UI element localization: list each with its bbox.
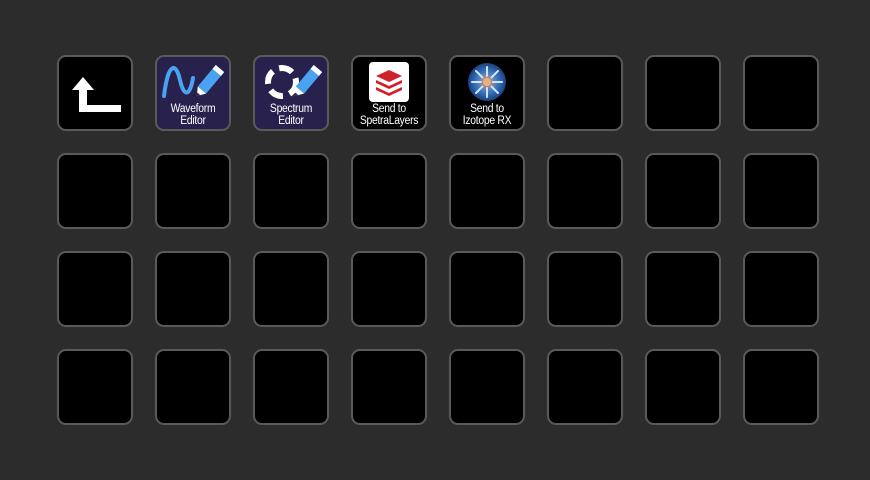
- spectralayers-logo-icon: [369, 62, 409, 102]
- empty-key-r4c5[interactable]: [449, 349, 525, 425]
- spectralayers-label-line1: Send to: [372, 103, 406, 115]
- spectrum-editor-label-line2: Editor: [278, 115, 304, 127]
- send-to-spectralayers-button[interactable]: Send to SpetraLayers: [351, 55, 427, 131]
- empty-key-r3c8[interactable]: [743, 251, 819, 327]
- empty-key-r2c5[interactable]: [449, 153, 525, 229]
- send-to-izotope-rx-button[interactable]: Send to Izotope RX: [449, 55, 525, 131]
- empty-key-r2c4[interactable]: [351, 153, 427, 229]
- empty-key-r3c2[interactable]: [155, 251, 231, 327]
- waveform-editor-label-line2: Editor: [180, 115, 206, 127]
- empty-key-r2c2[interactable]: [155, 153, 231, 229]
- izotope-rx-logo-icon: [468, 63, 506, 101]
- empty-key-r4c7[interactable]: [645, 349, 721, 425]
- empty-key-r4c4[interactable]: [351, 349, 427, 425]
- empty-key-r2c7[interactable]: [645, 153, 721, 229]
- empty-key-r4c3[interactable]: [253, 349, 329, 425]
- empty-key-r3c4[interactable]: [351, 251, 427, 327]
- empty-key-r3c3[interactable]: [253, 251, 329, 327]
- empty-key-r2c8[interactable]: [743, 153, 819, 229]
- empty-key-r1c8[interactable]: [743, 55, 819, 131]
- empty-key-r3c7[interactable]: [645, 251, 721, 327]
- empty-key-r4c6[interactable]: [547, 349, 623, 425]
- spectrum-editor-button[interactable]: Spectrum Editor: [253, 55, 329, 131]
- izotope-rx-label-line1: Send to: [470, 103, 504, 115]
- spectralayers-label-line2: SpetraLayers: [359, 115, 419, 127]
- empty-key-r3c1[interactable]: [57, 251, 133, 327]
- izotope-rx-label-line2: Izotope RX: [462, 115, 512, 127]
- waveform-editor-button[interactable]: Waveform Editor: [155, 55, 231, 131]
- empty-key-r4c1[interactable]: [57, 349, 133, 425]
- back-arrow-icon: [72, 77, 121, 112]
- empty-key-r2c6[interactable]: [547, 153, 623, 229]
- empty-key-r1c6[interactable]: [547, 55, 623, 131]
- empty-key-r3c6[interactable]: [547, 251, 623, 327]
- empty-key-r2c1[interactable]: [57, 153, 133, 229]
- empty-key-r2c3[interactable]: [253, 153, 329, 229]
- stream-deck-grid: Waveform Editor Spectrum Editor Send to …: [57, 55, 819, 425]
- empty-key-r4c8[interactable]: [743, 349, 819, 425]
- waveform-pencil-icon: [162, 64, 225, 98]
- spectrum-editor-label-line1: Spectrum: [269, 103, 313, 115]
- back-button[interactable]: [57, 55, 133, 131]
- spectrum-pencil-icon: [265, 64, 323, 99]
- waveform-editor-label-line1: Waveform: [170, 103, 216, 115]
- empty-key-r4c2[interactable]: [155, 349, 231, 425]
- empty-key-r3c5[interactable]: [449, 251, 525, 327]
- empty-key-r1c7[interactable]: [645, 55, 721, 131]
